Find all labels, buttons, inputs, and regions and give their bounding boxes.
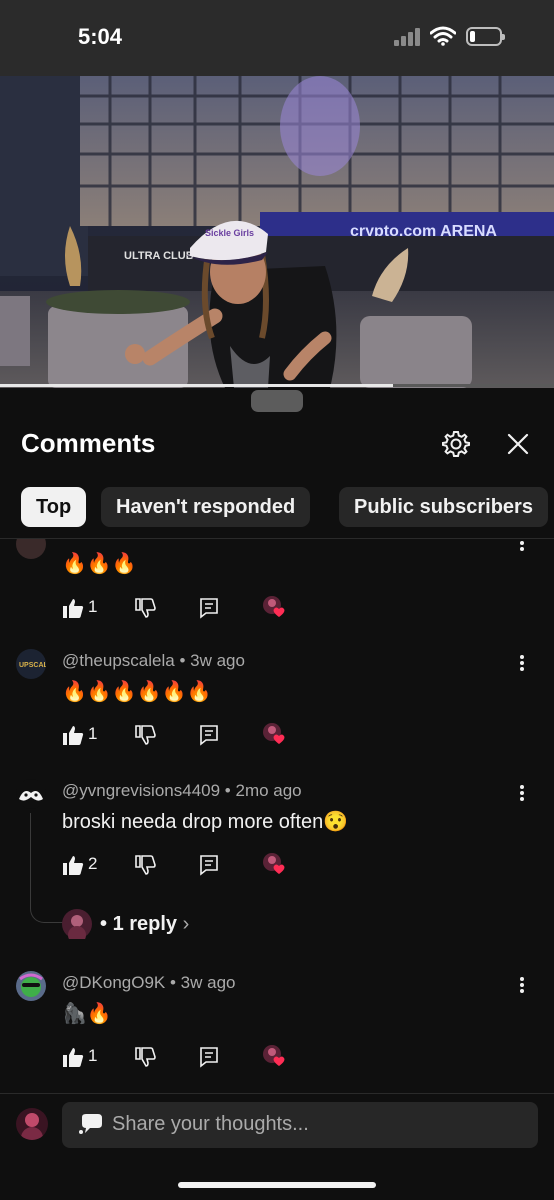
- status-bar: 5:04: [0, 0, 554, 76]
- comments-list[interactable]: 🔥🔥🔥 1 UPSCALE @theupscalela • 3w ago 🔥🔥🔥…: [0, 539, 554, 1093]
- like-icon[interactable]: [62, 1044, 84, 1070]
- svg-text:UPSCALE: UPSCALE: [19, 662, 46, 669]
- dislike-icon[interactable]: [134, 1044, 156, 1070]
- comment-age: 3w ago: [190, 651, 245, 670]
- comment-input[interactable]: Share your thoughts...: [112, 1113, 309, 1136]
- video-progress-fill: [0, 384, 394, 387]
- comment-item: @DKongO9K • 3w ago 🦍🔥 1: [0, 961, 554, 1081]
- creator-heart-icon[interactable]: [262, 1044, 286, 1068]
- avatar[interactable]: [16, 779, 46, 809]
- creator-heart-icon[interactable]: [262, 852, 286, 876]
- reply-icon[interactable]: [198, 595, 220, 621]
- composer-divider: [0, 1093, 554, 1094]
- comment-meta: @yvngrevisions4409 • 2mo ago: [62, 781, 302, 800]
- avatar[interactable]: [16, 971, 46, 1001]
- avatar[interactable]: [16, 539, 46, 559]
- like-count: 1: [88, 724, 98, 743]
- more-options-icon[interactable]: [514, 783, 530, 803]
- dislike-icon[interactable]: [134, 722, 156, 748]
- comment-author[interactable]: @yvngrevisions4409: [62, 781, 220, 800]
- video-hat-text: Sickle Girls: [205, 228, 254, 238]
- reply-icon[interactable]: [198, 722, 220, 748]
- creator-heart-icon[interactable]: [262, 595, 286, 619]
- like-icon[interactable]: [62, 852, 84, 878]
- speech-bubble-icon: [79, 1114, 102, 1134]
- video-progress-bar[interactable]: [0, 384, 554, 387]
- comment-item: 🔥🔥🔥 1: [0, 539, 554, 623]
- comment-text: 🦍🔥: [62, 1003, 112, 1025]
- reply-icon[interactable]: [198, 1044, 220, 1070]
- gear-icon[interactable]: [440, 428, 472, 460]
- reply-avatar: [62, 909, 92, 944]
- comment-meta: @DKongO9K • 3w ago: [62, 973, 236, 992]
- dislike-icon[interactable]: [134, 852, 156, 878]
- replies-count[interactable]: 1 reply: [113, 913, 177, 935]
- creator-heart-icon[interactable]: [262, 722, 286, 746]
- comment-text: 🔥🔥🔥🔥🔥🔥: [62, 681, 212, 703]
- comment-age: 2mo ago: [235, 781, 302, 800]
- like-icon[interactable]: [62, 595, 84, 621]
- reply-thread-line: [30, 813, 64, 923]
- more-options-icon[interactable]: [514, 653, 530, 673]
- filter-chip-public-subscribers[interactable]: Public subscribers: [339, 487, 548, 527]
- comment-author[interactable]: @DKongO9K: [62, 973, 165, 992]
- comment-text: broski needa drop more often😯: [62, 811, 349, 833]
- comment-meta: @theupscalela • 3w ago: [62, 651, 245, 670]
- user-avatar[interactable]: [16, 1108, 48, 1140]
- wifi-icon: [430, 26, 456, 46]
- battery-icon: [466, 27, 505, 46]
- filter-chip-havent-responded[interactable]: Haven't responded: [101, 487, 311, 527]
- dislike-icon[interactable]: [134, 595, 156, 621]
- comment-composer[interactable]: Share your thoughts...: [62, 1102, 538, 1148]
- comment-age: 3w ago: [180, 973, 236, 992]
- close-icon[interactable]: [502, 428, 534, 460]
- like-count: 2: [88, 854, 98, 873]
- like-count: 1: [88, 1046, 98, 1065]
- more-options-icon[interactable]: [514, 975, 530, 995]
- comments-title: Comments: [21, 428, 156, 458]
- video-store-sign: ULTRA CLUB: [124, 250, 194, 262]
- comment-item: @yvngrevisions4409 • 2mo ago broski need…: [0, 769, 554, 944]
- comment-actions: 2: [62, 852, 302, 878]
- filter-chip-top[interactable]: Top: [21, 487, 87, 527]
- like-icon[interactable]: [62, 722, 84, 748]
- comments-sheet: Comments Top Haven't responded Public su…: [0, 388, 554, 1200]
- reply-icon[interactable]: [198, 852, 220, 878]
- video-frame: crypto.com ARENA ULTRA CLUB Sickle Girls: [0, 76, 554, 388]
- video-player[interactable]: crypto.com ARENA ULTRA CLUB Sickle Girls: [0, 76, 554, 388]
- home-indicator[interactable]: [178, 1182, 376, 1188]
- comment-actions: 1: [62, 1044, 302, 1070]
- comment-item: UPSCALE @theupscalela • 3w ago 🔥🔥🔥🔥🔥🔥 1: [0, 639, 554, 749]
- like-count: 1: [88, 597, 98, 616]
- chevron-right-icon: ›: [182, 913, 190, 935]
- more-options-icon[interactable]: [514, 539, 530, 553]
- avatar[interactable]: UPSCALE: [16, 649, 46, 679]
- comment-actions: 1: [62, 722, 302, 748]
- comment-text: 🔥🔥🔥: [62, 553, 137, 575]
- cellular-signal-icon: [394, 28, 422, 46]
- drag-handle[interactable]: [251, 390, 303, 412]
- comment-actions: 1: [62, 595, 302, 621]
- comment-author[interactable]: @theupscalela: [62, 651, 175, 670]
- status-time: 5:04: [78, 24, 123, 49]
- replies-link[interactable]: • 1 reply ›: [100, 913, 189, 936]
